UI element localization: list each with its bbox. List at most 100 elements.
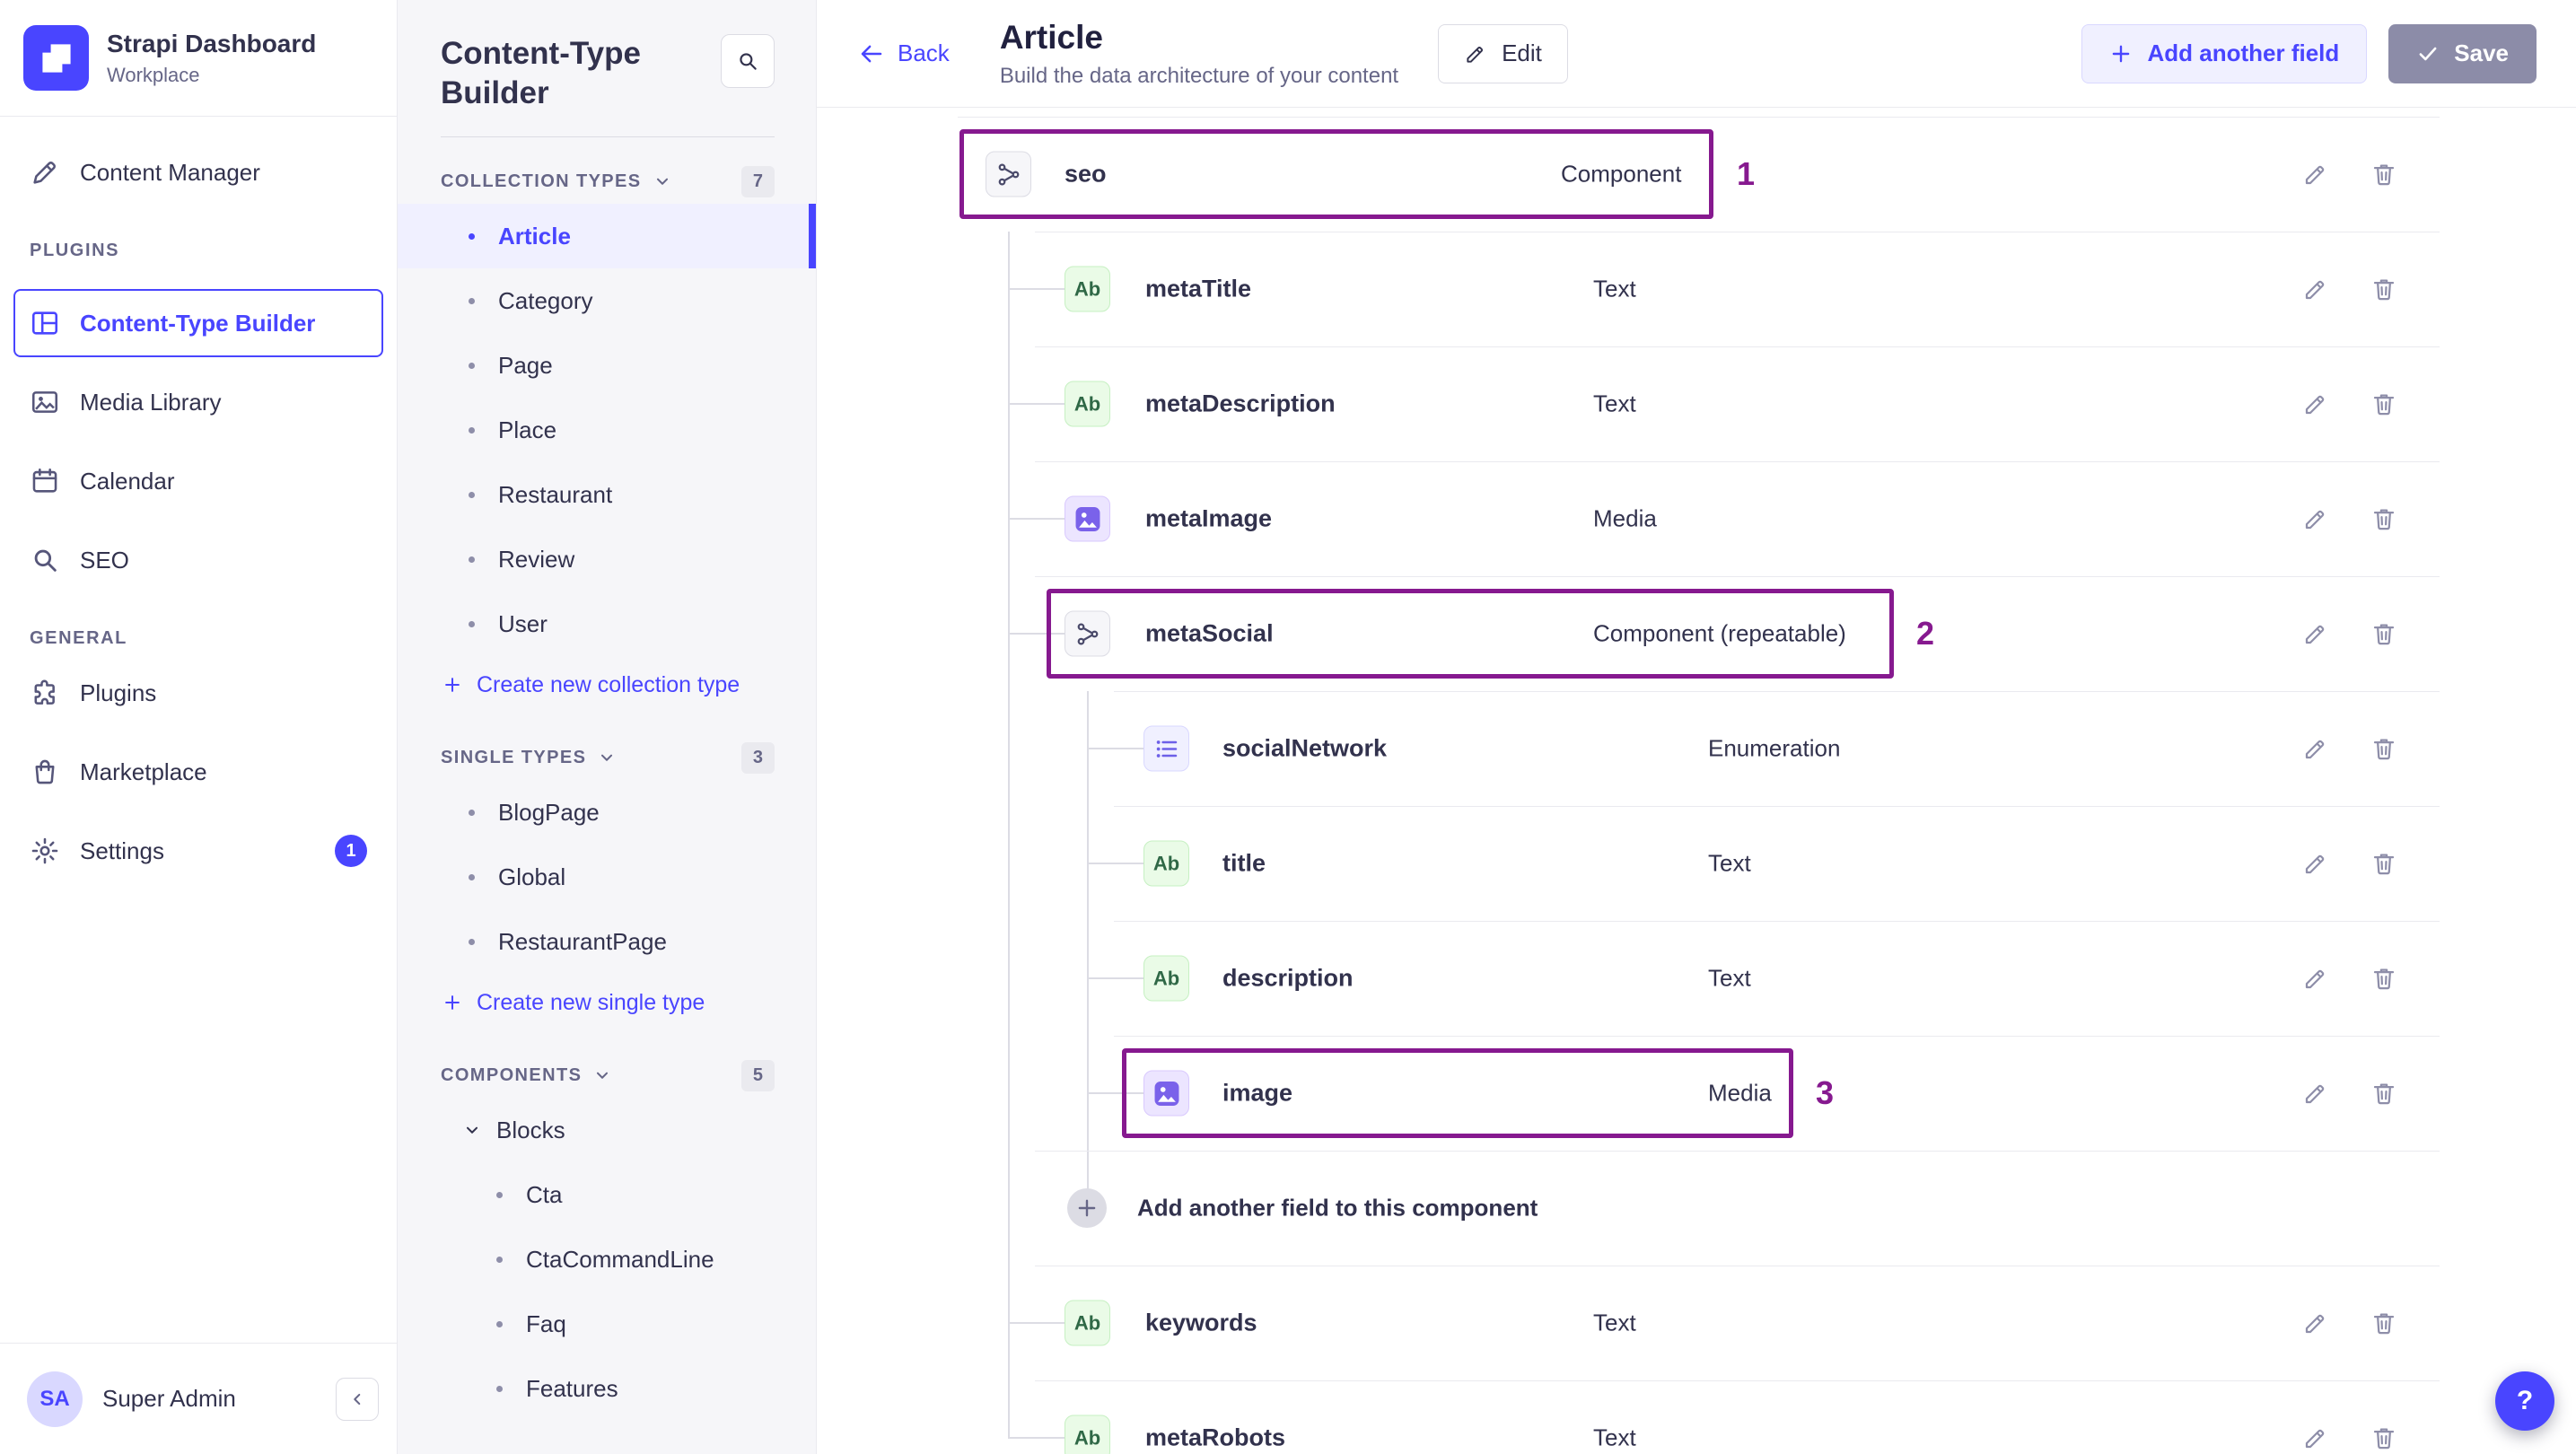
field-name: metaSocial: [1145, 619, 1274, 647]
delete-field-button[interactable]: [2368, 732, 2400, 765]
subnav-item-cta[interactable]: Cta: [398, 1162, 816, 1227]
chevron-down-icon: [592, 1065, 612, 1085]
field-name: metaRobots: [1145, 1423, 1286, 1451]
subnav-item-ctacommandline[interactable]: CtaCommandLine: [398, 1227, 816, 1292]
delete-field-button[interactable]: [2368, 1422, 2400, 1454]
edit-button[interactable]: Edit: [1438, 23, 1568, 83]
components-header[interactable]: COMPONENTS 5: [398, 1031, 816, 1098]
edit-field-button[interactable]: [2300, 388, 2332, 420]
edit-field-button[interactable]: [2300, 962, 2332, 994]
sidebar-item-content-manager[interactable]: Content Manager: [0, 133, 397, 212]
delete-field-button[interactable]: [2368, 273, 2400, 305]
tree-connector: [1087, 1092, 1143, 1094]
subnav-item-review[interactable]: Review: [398, 527, 816, 591]
row-actions: [2300, 503, 2400, 535]
subnav-item-restaurant[interactable]: Restaurant: [398, 462, 816, 527]
bullet-icon: [469, 938, 475, 945]
subnav-item-label: Faq: [526, 1309, 566, 1337]
delete-field-button[interactable]: [2368, 847, 2400, 880]
pencil-icon: [2302, 850, 2329, 877]
edit-field-button[interactable]: [2300, 503, 2332, 535]
edit-field-button[interactable]: [2300, 1307, 2332, 1339]
annotation-number: 1: [1737, 155, 1756, 192]
field-type: Text: [1593, 390, 1636, 417]
delete-field-button[interactable]: [2368, 503, 2400, 535]
sidebar-item-settings[interactable]: Settings 1: [0, 811, 397, 890]
delete-field-button[interactable]: [2368, 158, 2400, 190]
delete-field-button[interactable]: [2368, 1307, 2400, 1339]
sidebar-item-content-type-builder[interactable]: Content-Type Builder: [13, 289, 383, 357]
field-type: Enumeration: [1708, 734, 1841, 762]
edit-field-button[interactable]: [2300, 618, 2332, 650]
delete-field-button[interactable]: [2368, 388, 2400, 420]
add-field-label: Add another field: [2147, 39, 2340, 66]
subnav-item-user[interactable]: User: [398, 591, 816, 656]
chevron-down-icon: [653, 171, 672, 191]
create-collection-type-link[interactable]: Create new collection type: [398, 656, 816, 714]
subnav-item-blogpage[interactable]: BlogPage: [398, 780, 816, 845]
tree-connector: [1008, 518, 1065, 520]
add-field-to-component-row[interactable]: Add another field to this component: [958, 1151, 2440, 1266]
field-type: Text: [1593, 275, 1636, 302]
sidebar-item-plugins[interactable]: Plugins: [0, 653, 397, 732]
collapse-sidebar-button[interactable]: [336, 1377, 379, 1421]
subnav-item-label: Global: [498, 863, 566, 890]
save-button[interactable]: Save: [2388, 23, 2537, 83]
media-field-icon: [1065, 495, 1110, 542]
bullet-icon: [469, 426, 475, 434]
components-count: 5: [740, 1059, 775, 1091]
row-actions: [2300, 1307, 2400, 1339]
single-types-label: SINGLE TYPES: [441, 747, 587, 767]
edit-field-button[interactable]: [2300, 1422, 2332, 1454]
trash-icon: [2370, 620, 2397, 647]
sidebar-item-seo[interactable]: SEO: [0, 521, 397, 600]
subnav-item-label: Article: [498, 222, 571, 250]
add-field-plus-button[interactable]: [1067, 1188, 1107, 1228]
subnav-search-button[interactable]: [721, 34, 775, 88]
subnav-item-restaurantpage[interactable]: RestaurantPage: [398, 909, 816, 974]
row-divider: [1035, 1380, 2440, 1381]
edit-field-button[interactable]: [2300, 732, 2332, 765]
row-divider: [1114, 921, 2440, 922]
edit-field-button[interactable]: [2300, 1077, 2332, 1109]
delete-field-button[interactable]: [2368, 618, 2400, 650]
row-divider: [1035, 1151, 2440, 1152]
app: Strapi Dashboard Workplace Content Manag…: [0, 0, 2576, 1454]
settings-notification-badge: 1: [335, 835, 367, 867]
subnav-item-features[interactable]: Features: [398, 1356, 816, 1421]
sidebar-item-label: Content-Type Builder: [80, 309, 316, 337]
delete-field-button[interactable]: [2368, 1077, 2400, 1109]
subnav-item-global[interactable]: Global: [398, 845, 816, 909]
subnav-item-category[interactable]: Category: [398, 268, 816, 333]
sidebar-item-label: SEO: [80, 546, 129, 574]
pencil-icon: [2302, 1309, 2329, 1336]
field-type: Component: [1561, 160, 1682, 188]
subnav-item-label: CtaCommandLine: [526, 1245, 714, 1273]
subnav-item-page[interactable]: Page: [398, 333, 816, 398]
edit-field-button[interactable]: [2300, 847, 2332, 880]
collection-types-label: COLLECTION TYPES: [441, 171, 642, 191]
create-single-type-link[interactable]: Create new single type: [398, 974, 816, 1031]
text-field-icon: Ab: [1143, 955, 1189, 1002]
subnav-item-faq[interactable]: Faq: [398, 1292, 816, 1356]
sidebar-item-calendar[interactable]: Calendar: [0, 442, 397, 521]
puzzle-icon: [30, 678, 60, 708]
back-link[interactable]: Back: [858, 39, 950, 67]
edit-field-button[interactable]: [2300, 273, 2332, 305]
edit-field-button[interactable]: [2300, 158, 2332, 190]
subnav-header: Content-Type Builder: [398, 0, 816, 136]
subnav-item-article[interactable]: Article: [398, 204, 816, 268]
row-actions: [2300, 1077, 2400, 1109]
single-types-header[interactable]: SINGLE TYPES 3: [398, 714, 816, 780]
create-link-label: Create new collection type: [477, 671, 740, 697]
subnav-item-place[interactable]: Place: [398, 398, 816, 462]
collection-types-header[interactable]: COLLECTION TYPES 7: [398, 137, 816, 204]
add-another-field-button[interactable]: Add another field: [2081, 23, 2368, 83]
pencil-icon: [2302, 390, 2329, 417]
sidebar-item-marketplace[interactable]: Marketplace: [0, 732, 397, 811]
component-group-blocks[interactable]: Blocks: [398, 1098, 816, 1162]
brand-title: Strapi Dashboard: [107, 29, 317, 57]
sidebar-item-media-library[interactable]: Media Library: [0, 363, 397, 442]
help-button[interactable]: ?: [2495, 1371, 2554, 1431]
delete-field-button[interactable]: [2368, 962, 2400, 994]
